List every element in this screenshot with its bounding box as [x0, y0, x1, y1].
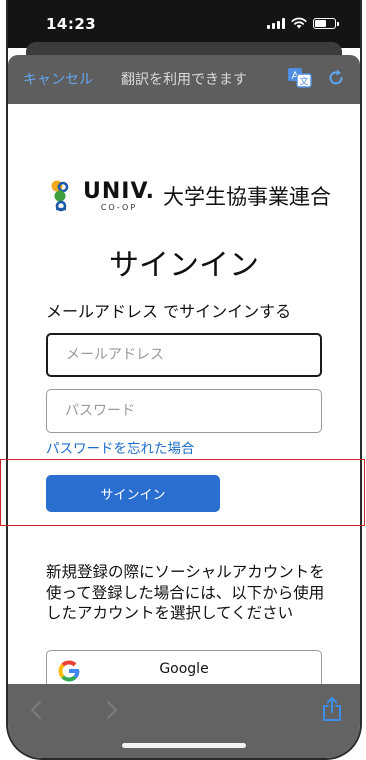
organization-name: 大学生協事業連合	[163, 185, 332, 209]
status-time: 14:23	[46, 15, 97, 33]
translate-icon[interactable]: A 文	[287, 67, 313, 89]
battery-icon	[313, 17, 339, 29]
reload-icon[interactable]	[326, 68, 346, 88]
browser-bottom-bar	[8, 684, 360, 758]
coop-text: CO-OP	[100, 202, 138, 212]
univ-wordmark: UNIV. CO-OP	[83, 178, 156, 212]
email-input[interactable]	[46, 333, 322, 377]
svg-text:文: 文	[299, 76, 308, 88]
highlight-box	[0, 459, 365, 526]
forgot-password-link[interactable]: パスワードを忘れた場合	[46, 437, 195, 457]
cancel-button[interactable]: キャンセル	[23, 69, 93, 89]
social-account-instructions: 新規登録の際にソーシャルアカウントを使って登録した場合には、以下から使用したアカ…	[46, 563, 325, 622]
signal-icon	[267, 17, 285, 29]
translate-available-text: 翻訳を利用できます	[121, 72, 247, 88]
google-button-label: Google	[159, 661, 209, 677]
coop-logo-mark	[51, 180, 69, 212]
status-bar: 14:23	[8, 0, 360, 48]
translate-toolbar: キャンセル 翻訳を利用できます A 文	[8, 55, 360, 104]
back-arrow-icon[interactable]	[30, 700, 42, 720]
forward-arrow-icon[interactable]	[106, 700, 118, 720]
share-icon[interactable]	[322, 696, 342, 722]
page-title: サインイン	[109, 248, 259, 283]
univ-coop-logo: UNIV. CO-OP 大学生協事業連合	[48, 178, 331, 214]
univ-text: UNIV.	[83, 178, 156, 204]
signin-subtitle: メールアドレス でサインインする	[46, 302, 292, 321]
phone-screen: 14:23 キャンセル 翻訳を利用できます A 文 UNIV. CO-OP 大学…	[6, 0, 362, 760]
password-input[interactable]	[46, 389, 322, 433]
wifi-icon	[291, 17, 307, 29]
home-indicator	[122, 743, 246, 748]
status-icons	[267, 17, 339, 29]
